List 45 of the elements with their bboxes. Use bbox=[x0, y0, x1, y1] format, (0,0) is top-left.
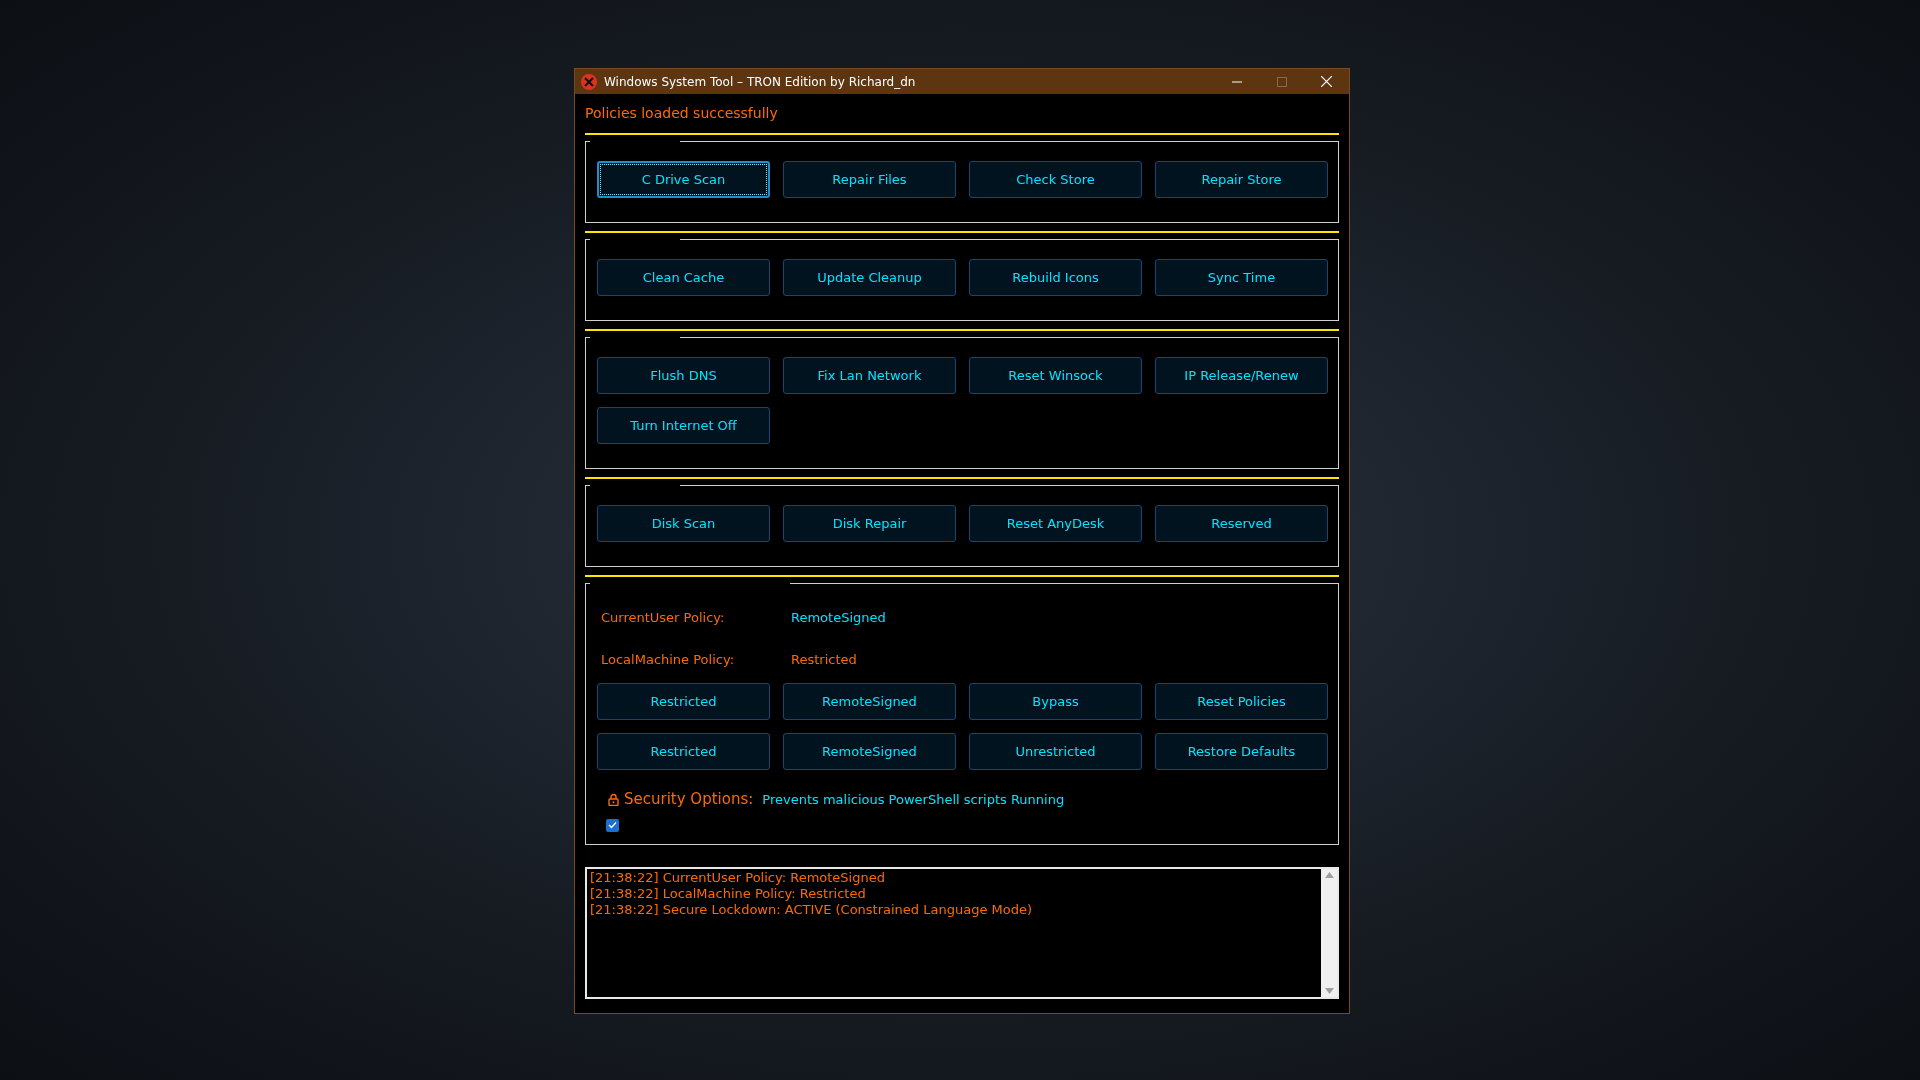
action-button[interactable]: C Drive Scan bbox=[597, 161, 770, 198]
action-button[interactable]: IP Release/Renew bbox=[1155, 357, 1328, 394]
close-icon bbox=[1321, 76, 1332, 87]
lock-icon bbox=[608, 792, 619, 806]
action-button[interactable]: Restricted bbox=[597, 733, 770, 770]
maximize-icon bbox=[1276, 76, 1287, 87]
log-line: [21:38:22] CurrentUser Policy: RemoteSigned bbox=[590, 870, 886, 886]
action-button[interactable]: Check Store bbox=[969, 161, 1142, 198]
action-button[interactable]: Fix Lan Network bbox=[783, 357, 956, 394]
security-description: Prevents malicious PowerShell scripts Running bbox=[762, 790, 1065, 809]
action-button[interactable]: Restore Defaults bbox=[1155, 733, 1328, 770]
log-line: [21:38:22] Secure Lockdown: ACTIVE (Constrained Language Mode) bbox=[590, 902, 1033, 918]
minimize-icon bbox=[1231, 80, 1242, 83]
action-button[interactable]: Update Cleanup bbox=[783, 259, 956, 296]
window-title: Windows System Tool – TRON Edition by Richard_dn bbox=[604, 73, 916, 91]
scroll-up-icon[interactable] bbox=[1324, 872, 1334, 878]
tools-icon bbox=[581, 73, 597, 90]
action-button[interactable]: Turn Internet Off bbox=[597, 407, 770, 444]
action-button[interactable]: Restricted bbox=[597, 683, 770, 720]
action-button[interactable]: RemoteSigned bbox=[783, 733, 956, 770]
security-options-label: Security Options: bbox=[624, 789, 754, 810]
action-button[interactable]: RemoteSigned bbox=[783, 683, 956, 720]
policy-value: Restricted bbox=[791, 650, 857, 669]
action-button[interactable]: Reset Policies bbox=[1155, 683, 1328, 720]
action-button[interactable]: Disk Scan bbox=[597, 505, 770, 542]
action-button[interactable]: Reset Winsock bbox=[969, 357, 1142, 394]
log-line: [21:38:22] LocalMachine Policy: Restricted bbox=[590, 886, 867, 902]
action-button[interactable]: Unrestricted bbox=[969, 733, 1142, 770]
scroll-down-icon[interactable] bbox=[1324, 988, 1334, 994]
action-button[interactable]: Disk Repair bbox=[783, 505, 956, 542]
lockdown-checkbox[interactable] bbox=[606, 818, 619, 832]
status-message: Policies loaded successfully bbox=[585, 104, 779, 123]
action-button[interactable]: Bypass bbox=[969, 683, 1142, 720]
action-button[interactable]: Reserved bbox=[1155, 505, 1328, 542]
policy-value: RemoteSigned bbox=[791, 609, 886, 627]
action-button[interactable]: Repair Store bbox=[1155, 161, 1328, 198]
policy-label: CurrentUser Policy: bbox=[601, 609, 726, 627]
action-button[interactable]: Reset AnyDesk bbox=[969, 505, 1142, 542]
scrollbar[interactable] bbox=[1321, 869, 1337, 997]
action-button[interactable]: Flush DNS bbox=[597, 357, 770, 394]
action-button[interactable]: Clean Cache bbox=[597, 259, 770, 296]
action-button[interactable]: Repair Files bbox=[783, 161, 956, 198]
policy-label: LocalMachine Policy: bbox=[601, 650, 736, 669]
action-button[interactable]: Rebuild Icons bbox=[969, 259, 1142, 296]
action-button[interactable]: Sync Time bbox=[1155, 259, 1328, 296]
